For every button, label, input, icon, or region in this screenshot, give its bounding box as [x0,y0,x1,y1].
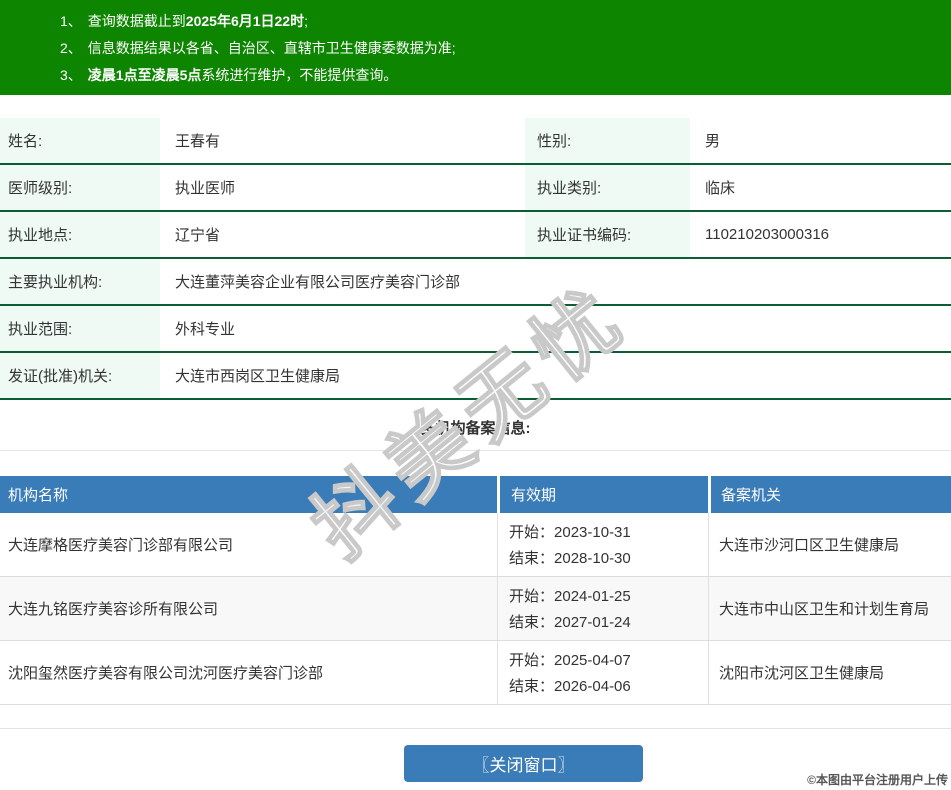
license-query-result-page: 1、查询数据截止到2025年6月1日22时; 2、信息数据结果以各省、自治区、直… [0,0,951,790]
multi-institution-heading: 多机构备案信息: [0,417,951,437]
practice-scope-label: 执业范围: [0,306,160,351]
practice-category-label: 执业类别: [525,165,690,210]
column-header-org-name: 机构名称 [0,476,497,513]
column-header-authority: 备案机关 [708,476,951,513]
practice-location-value: 辽宁省 [160,212,525,257]
registration-table-header: 机构名称 有效期 备案机关 [0,476,951,513]
start-date: 2023-10-31 [554,524,631,541]
notice-text: 系统进行维护，不能提供查询。 [201,67,397,83]
start-date-line: 开始：2023-10-31 [509,521,708,542]
notice-line-3: 3、凌晨1点至凌晨5点系统进行维护，不能提供查询。 [60,62,941,89]
end-label: 结束： [509,678,554,695]
validity-cell: 开始：2024-01-25 结束：2027-01-24 [497,577,708,640]
start-date: 2024-01-25 [554,588,631,605]
org-name-cell: 大连九铭医疗美容诊所有限公司 [0,577,497,640]
end-date-line: 结束：2026-04-06 [509,675,708,696]
end-date: 2028-10-30 [554,550,631,567]
notice-bold-text: 2025年6月1日22时 [186,13,304,29]
section-divider [0,450,951,451]
issuing-authority-label: 发证(批准)机关: [0,353,160,398]
upload-credit-text: ©本图由平台注册用户上传 [807,771,948,788]
certificate-number-label: 执业证书编码: [525,212,690,257]
primary-institution-value: 大连董萍美容企业有限公司医疗美容门诊部 [160,259,951,304]
gender-label: 性别: [525,118,690,163]
notice-line-2: 2、信息数据结果以各省、自治区、直辖市卫生健康委数据为准; [60,35,941,62]
notice-banner: 1、查询数据截止到2025年6月1日22时; 2、信息数据结果以各省、自治区、直… [0,0,951,95]
end-date: 2027-01-24 [554,614,631,631]
issuing-authority-value: 大连市西岗区卫生健康局 [160,353,951,398]
registration-table: 机构名称 有效期 备案机关 大连摩格医疗美容门诊部有限公司 开始：2023-10… [0,476,951,705]
org-name-cell: 沈阳玺然医疗美容有限公司沈河医疗美容门诊部 [0,641,497,704]
authority-cell: 大连市中山区卫生和计划生育局 [708,577,951,640]
start-label: 开始： [509,524,554,541]
practice-location-label: 执业地点: [0,212,160,257]
table-row: 沈阳玺然医疗美容有限公司沈河医疗美容门诊部 开始：2025-04-07 结束：2… [0,641,951,705]
notice-line-1: 1、查询数据截止到2025年6月1日22时; [60,8,941,35]
footer-divider [0,728,951,729]
start-label: 开始： [509,652,554,669]
authority-cell: 大连市沙河口区卫生健康局 [708,513,951,576]
name-value: 王春有 [160,118,525,163]
end-date-line: 结束：2028-10-30 [509,547,708,568]
table-row: 发证(批准)机关: 大连市西岗区卫生健康局 [0,353,951,400]
notice-number: 1、 [60,13,82,29]
table-row: 医师级别: 执业医师 执业类别: 临床 [0,165,951,212]
table-row: 执业范围: 外科专业 [0,306,951,353]
doctor-level-value: 执业医师 [160,165,525,210]
primary-institution-label: 主要执业机构: [0,259,160,304]
start-date-line: 开始：2024-01-25 [509,585,708,606]
end-date: 2026-04-06 [554,678,631,695]
org-name-cell: 大连摩格医疗美容门诊部有限公司 [0,513,497,576]
notice-number: 2、 [60,40,82,56]
column-header-validity: 有效期 [497,476,708,513]
start-date: 2025-04-07 [554,652,631,669]
end-label: 结束： [509,614,554,631]
practice-scope-value: 外科专业 [160,306,951,351]
table-row: 主要执业机构: 大连董萍美容企业有限公司医疗美容门诊部 [0,259,951,306]
name-label: 姓名: [0,118,160,163]
start-date-line: 开始：2025-04-07 [509,649,708,670]
practice-category-value: 临床 [690,165,951,210]
table-row: 大连摩格医疗美容门诊部有限公司 开始：2023-10-31 结束：2028-10… [0,513,951,577]
table-row: 大连九铭医疗美容诊所有限公司 开始：2024-01-25 结束：2027-01-… [0,577,951,641]
notice-number: 3、 [60,67,82,83]
notice-text: ; [304,13,308,29]
table-row: 姓名: 王春有 性别: 男 [0,118,951,165]
gender-value: 男 [690,118,951,163]
certificate-number-value: 110210203000316 [690,212,951,257]
doctor-level-label: 医师级别: [0,165,160,210]
start-label: 开始： [509,588,554,605]
validity-cell: 开始：2023-10-31 结束：2028-10-30 [497,513,708,576]
authority-cell: 沈阳市沈河区卫生健康局 [708,641,951,704]
notice-bold-text: 凌晨1点至凌晨5点 [88,67,202,83]
close-window-button[interactable]: 〖关闭窗口〗 [404,745,643,782]
table-row: 执业地点: 辽宁省 执业证书编码: 110210203000316 [0,212,951,259]
validity-cell: 开始：2025-04-07 结束：2026-04-06 [497,641,708,704]
practitioner-info-table: 姓名: 王春有 性别: 男 医师级别: 执业医师 执业类别: 临床 执业地点: … [0,118,951,400]
notice-text: 查询数据截止到 [88,13,186,29]
notice-text: 信息数据结果以各省、自治区、直辖市卫生健康委数据为准; [88,40,456,56]
end-label: 结束： [509,550,554,567]
end-date-line: 结束：2027-01-24 [509,611,708,632]
